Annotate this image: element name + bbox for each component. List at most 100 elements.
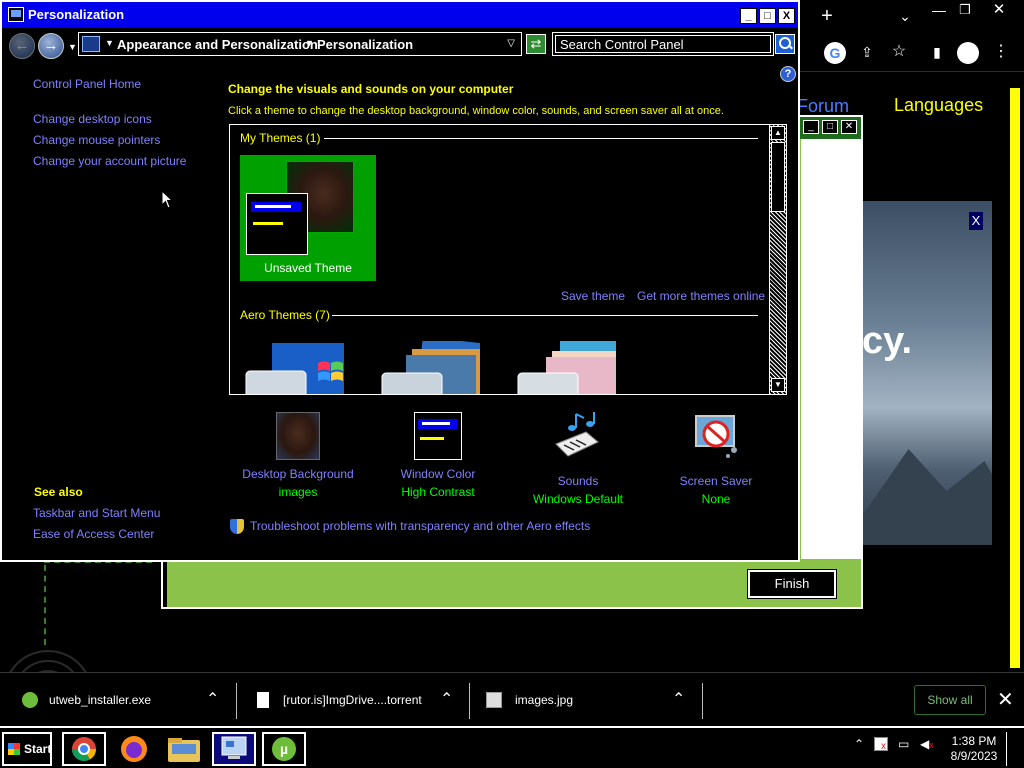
ad-image[interactable] xyxy=(862,201,992,545)
search-input[interactable] xyxy=(555,35,771,53)
setting-name: Sounds xyxy=(557,474,599,488)
taskbar-explorer[interactable] xyxy=(162,732,206,766)
download-name: utweb_installer.exe xyxy=(49,693,152,707)
taskbar-start-menu-link[interactable]: Taskbar and Start Menu xyxy=(33,506,160,520)
clock-time[interactable]: 1:38 PM xyxy=(946,734,1002,748)
close-icon[interactable]: ✕ xyxy=(997,687,1014,712)
window-color-setting[interactable]: Window Color High Contrast xyxy=(368,412,508,499)
get-more-themes-link[interactable]: Get more themes online xyxy=(637,289,765,303)
music-notes-icon xyxy=(555,412,599,457)
control-panel-home-link[interactable]: Control Panel Home xyxy=(33,77,141,91)
clock-date[interactable]: 8/9/2023 xyxy=(946,749,1002,763)
chevron-up-icon[interactable]: ⌃ xyxy=(440,689,453,709)
browser-close-button[interactable]: ✕ xyxy=(988,0,1010,22)
save-theme-link[interactable]: Save theme xyxy=(561,289,625,303)
share-icon[interactable]: ⇪ xyxy=(856,42,878,64)
refresh-button[interactable]: ⇄ xyxy=(526,34,546,54)
downloads-shelf: utweb_installer.exe ⌃ [rutor.is]ImgDrive… xyxy=(0,672,1024,726)
change-mouse-pointers-link[interactable]: Change mouse pointers xyxy=(33,133,160,147)
installer-maximize-button[interactable]: □ xyxy=(822,120,838,134)
minimize-button[interactable]: _ xyxy=(740,8,757,24)
scroll-up-icon[interactable]: ▲ xyxy=(771,126,785,140)
desktop-background-setting[interactable]: Desktop Background images xyxy=(228,412,368,499)
action-center-icon[interactable]: x xyxy=(874,737,888,752)
show-hidden-icons-chevron-icon[interactable]: ⌃ xyxy=(854,737,868,751)
volume-muted-icon[interactable]: ◀x xyxy=(920,737,934,751)
chevron-up-icon[interactable]: ⌃ xyxy=(672,689,685,709)
sounds-setting[interactable]: Sounds Windows Default xyxy=(508,412,648,506)
unsaved-theme-tile[interactable]: Unsaved Theme xyxy=(240,155,376,281)
windows-7-theme-thumbnail[interactable] xyxy=(244,341,344,395)
search-box[interactable] xyxy=(552,32,774,56)
scroll-down-icon[interactable]: ▼ xyxy=(771,378,785,392)
group-divider xyxy=(324,138,758,139)
setting-value: None xyxy=(701,492,731,506)
maximize-button[interactable]: □ xyxy=(759,8,776,24)
change-desktop-icons-link[interactable]: Change desktop icons xyxy=(33,112,152,126)
finish-button[interactable]: Finish xyxy=(747,569,837,599)
start-label: Start xyxy=(24,742,52,756)
help-icon[interactable]: ? xyxy=(780,66,796,82)
svg-text:µ: µ xyxy=(280,741,288,757)
tab-search-chevron-icon[interactable]: ⌄ xyxy=(894,6,916,28)
show-desktop-button[interactable] xyxy=(1006,732,1020,766)
bookmark-star-icon[interactable]: ☆ xyxy=(888,42,910,64)
taskbar-firefox[interactable] xyxy=(112,732,156,766)
forward-button[interactable]: → xyxy=(38,33,64,59)
photo-icon xyxy=(276,412,320,460)
change-account-picture-link[interactable]: Change your account picture xyxy=(33,154,186,168)
start-button[interactable]: Start xyxy=(2,732,52,766)
ad-close-button[interactable]: X xyxy=(969,212,983,230)
recent-pages-dropdown-icon[interactable]: ▼ xyxy=(68,42,77,52)
setting-value: Windows Default xyxy=(532,492,624,506)
scroll-thumb[interactable] xyxy=(771,142,785,212)
show-all-button[interactable]: Show all xyxy=(914,685,986,715)
file-icon xyxy=(257,692,269,708)
screen-saver-setting[interactable]: Screen Saver None xyxy=(646,412,786,506)
architecture-theme-thumbnail[interactable] xyxy=(380,341,480,395)
folder-icon xyxy=(168,738,200,762)
profile-avatar-icon[interactable] xyxy=(957,42,979,64)
theme-list-scrollbar[interactable]: ▲ ▼ xyxy=(769,125,786,394)
unsaved-theme-label: Unsaved Theme xyxy=(264,261,352,275)
taskbar-control-panel[interactable] xyxy=(212,732,256,766)
new-tab-button[interactable]: + xyxy=(816,6,838,28)
setting-name: Desktop Background xyxy=(242,467,354,481)
download-item[interactable]: [rutor.is]ImgDrive....torrent ⌃ xyxy=(237,673,469,727)
window-titlebar[interactable]: Personalization _ □ X xyxy=(2,2,798,28)
window-color-icon xyxy=(414,412,462,460)
address-bar[interactable]: ▼ Appearance and Personalization ▼ Perso… xyxy=(78,32,522,56)
control-panel-icon xyxy=(221,736,247,759)
breadcrumb-appearance[interactable]: Appearance and Personalization xyxy=(117,37,318,52)
setting-name: Window Color xyxy=(400,467,476,481)
installer-content-area xyxy=(801,139,861,559)
breadcrumb-caret-icon[interactable]: ▼ xyxy=(105,38,114,48)
page-scrollbar-thumb[interactable] xyxy=(1010,88,1020,668)
back-button[interactable]: ← xyxy=(9,33,35,59)
taskbar-utorrent[interactable]: µ xyxy=(262,732,306,766)
browser-minimize-button[interactable]: — xyxy=(928,0,950,22)
breadcrumb-caret-icon[interactable]: ▼ xyxy=(305,38,314,48)
browser-menu-icon[interactable]: ⋮ xyxy=(990,42,1012,64)
network-icon[interactable]: ▭ xyxy=(898,737,912,751)
browser-restore-button[interactable]: ❐ xyxy=(954,0,976,22)
ease-of-access-link[interactable]: Ease of Access Center xyxy=(33,527,154,541)
breadcrumb-personalization[interactable]: Personalization xyxy=(317,37,413,52)
side-panel-icon[interactable]: ▮ xyxy=(926,42,948,64)
google-icon[interactable]: G xyxy=(824,42,846,64)
close-button[interactable]: X xyxy=(778,8,795,24)
control-panel-icon xyxy=(8,7,24,22)
taskbar-chrome[interactable] xyxy=(62,732,106,766)
theme-list[interactable]: My Themes (1) Unsaved Theme Save theme G… xyxy=(229,124,787,395)
forum-link[interactable]: Forum xyxy=(797,96,849,117)
installer-close-button[interactable]: ✕ xyxy=(841,120,857,134)
address-dropdown-icon[interactable]: ▽ xyxy=(507,38,515,49)
characters-theme-thumbnail[interactable] xyxy=(516,341,616,395)
chevron-up-icon[interactable]: ⌃ xyxy=(206,689,219,709)
search-icon[interactable] xyxy=(775,34,795,54)
languages-link[interactable]: Languages xyxy=(894,95,983,116)
setting-value: High Contrast xyxy=(401,485,475,499)
download-item[interactable]: utweb_installer.exe ⌃ xyxy=(0,673,236,727)
download-item[interactable]: images.jpg ⌃ xyxy=(470,673,702,727)
installer-minimize-button[interactable]: _ xyxy=(803,120,819,134)
